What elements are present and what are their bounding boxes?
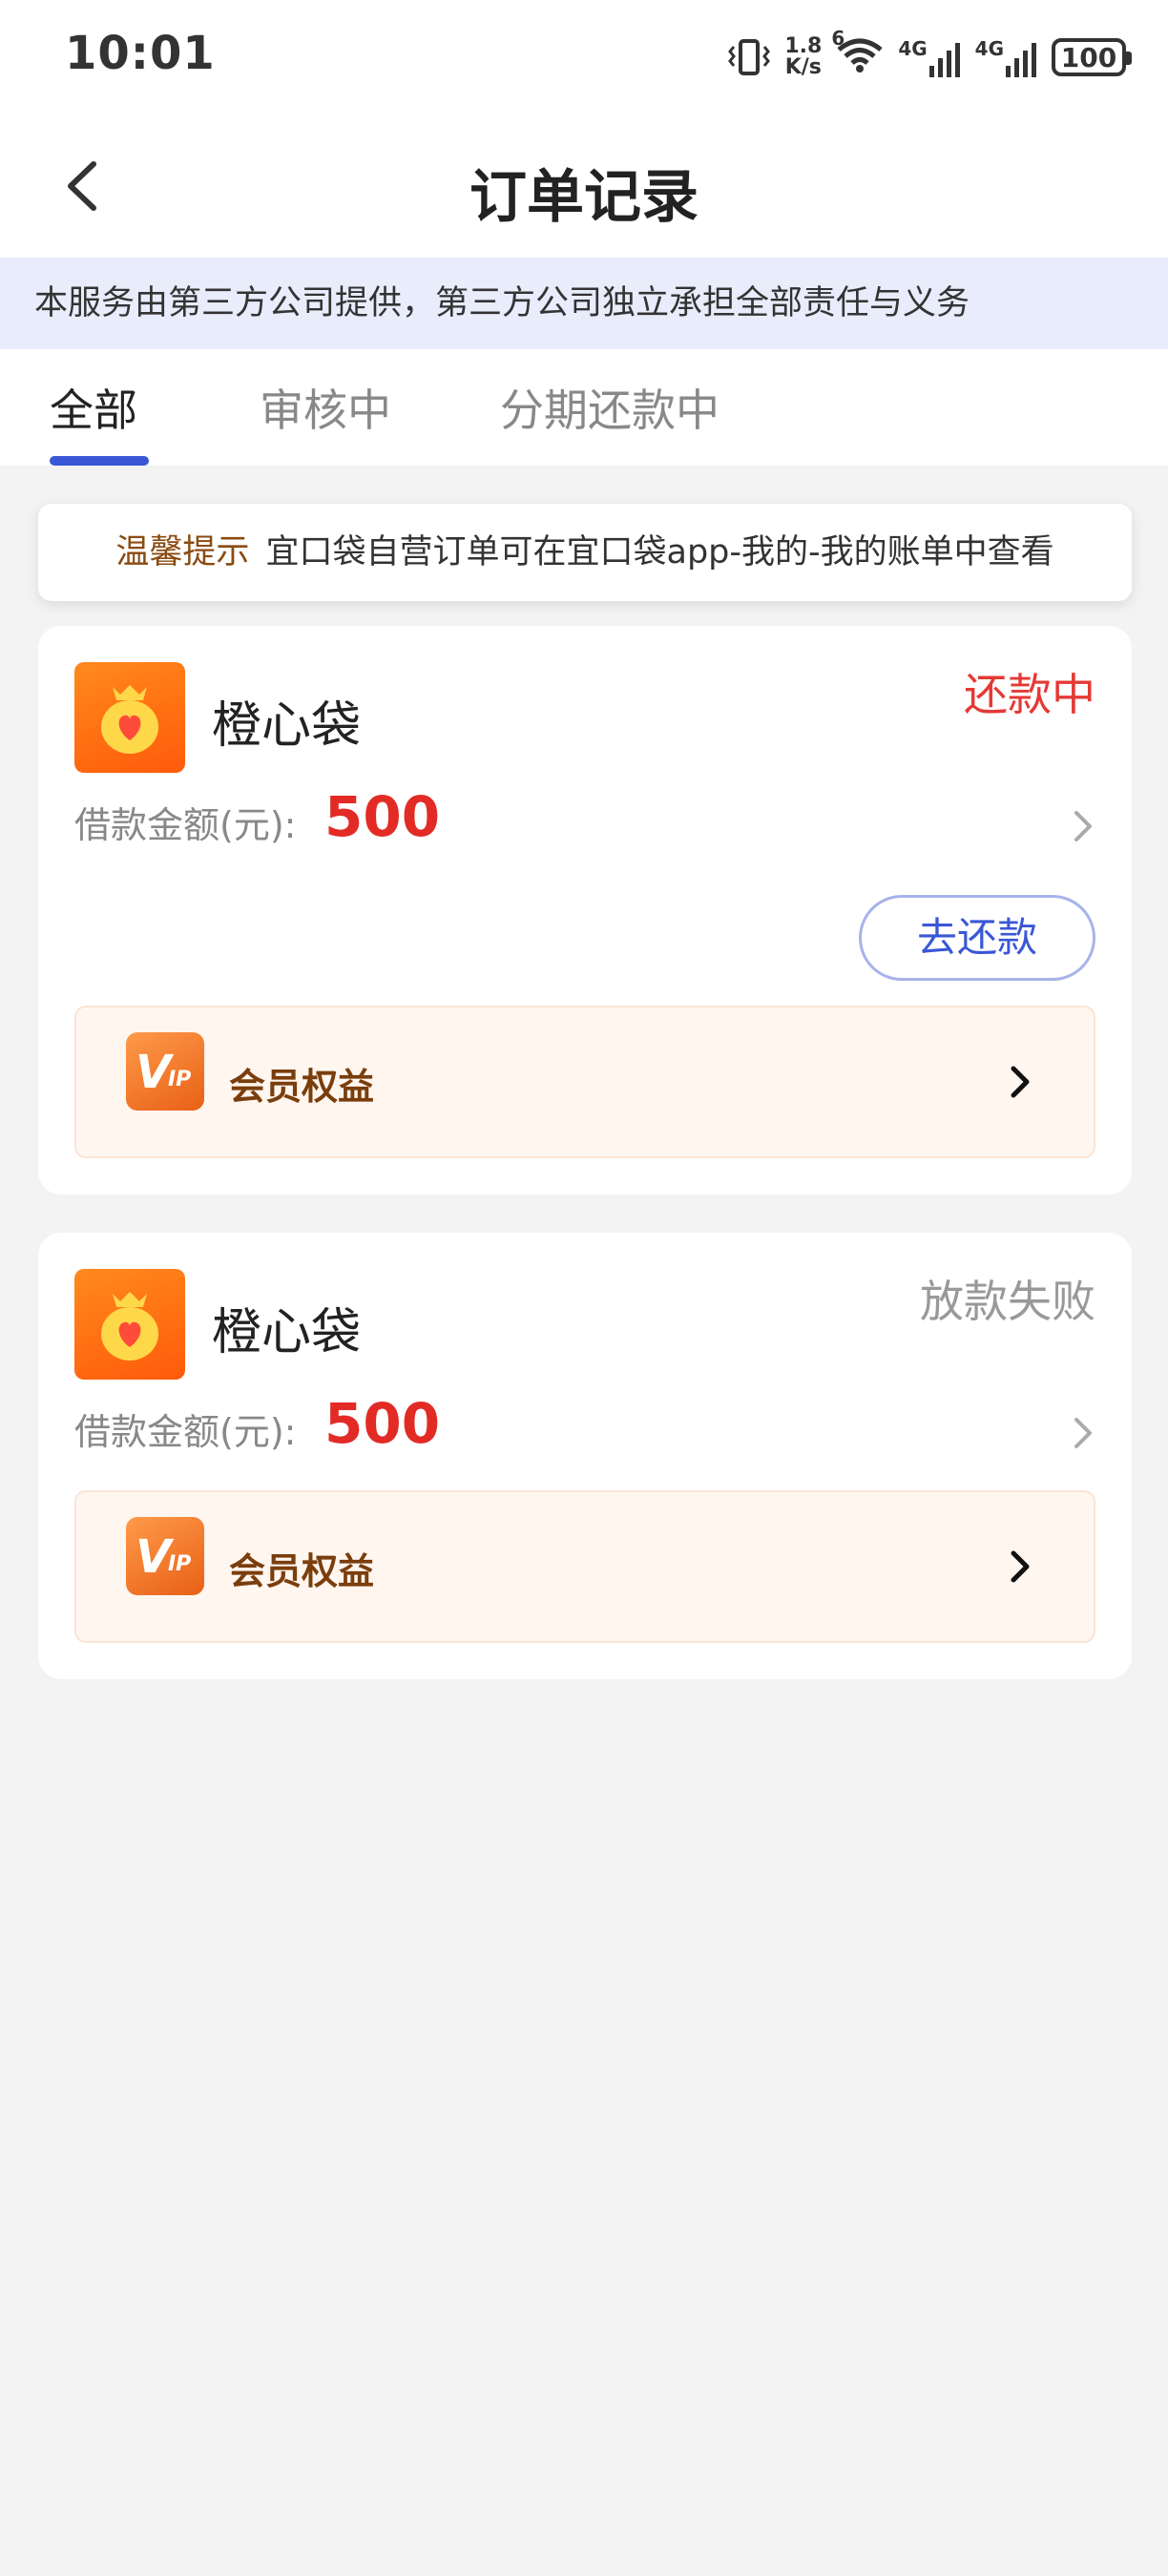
amount-value: 500 <box>324 784 441 849</box>
tip-banner: 温馨提示 宜口袋自营订单可在宜口袋app-我的-我的账单中查看 <box>38 504 1132 601</box>
status-icons: 1.8 K/s 6 4G 4G 100 <box>727 27 1132 86</box>
order-card[interactable]: 橙心袋 还款中 借款金额(元): 500 去还款 V IP 会员权益 <box>38 626 1132 1195</box>
amount-label: 借款金额(元): <box>74 804 297 846</box>
svg-text:IP: IP <box>168 1068 191 1091</box>
svg-text:IP: IP <box>168 1552 191 1576</box>
vip-icon: V IP <box>126 1032 204 1111</box>
page-title: 订单记录 <box>469 164 699 231</box>
status-bar: 10:01 1.8 K/s 6 4G 4G 100 <box>0 0 1168 114</box>
vip-badge-icon: V IP <box>136 1530 191 1584</box>
active-tab-indicator <box>50 456 149 466</box>
amount-label: 借款金额(元): <box>74 1411 297 1453</box>
status-badge: 还款中 <box>964 669 1095 720</box>
status-time: 10:01 <box>65 27 216 80</box>
status-badge: 放款失败 <box>920 1276 1095 1327</box>
app-logo <box>74 662 185 773</box>
vip-icon: V IP <box>126 1517 204 1595</box>
vip-badge-icon: V IP <box>136 1046 191 1099</box>
signal-1: 4G <box>898 37 961 77</box>
chevron-right-icon <box>1011 1066 1030 1098</box>
vibrate-icon <box>728 39 771 75</box>
tip-label: 温馨提示 <box>115 533 250 571</box>
amount-value: 500 <box>324 1391 441 1456</box>
chevron-right-icon <box>1011 1550 1030 1583</box>
battery-icon: 100 <box>1052 38 1132 76</box>
disclaimer-notice: 本服务由第三方公司提供，第三方公司独立承担全部责任与义务 <box>0 258 1168 349</box>
nav-bar: 订单记录 <box>0 114 1168 258</box>
vip-benefits-label: 会员权益 <box>229 1550 375 1592</box>
tab-all[interactable]: 全部 <box>50 376 137 439</box>
chevron-right-icon[interactable] <box>1069 805 1097 847</box>
order-card[interactable]: 橙心袋 放款失败 借款金额(元): 500 V IP 会员权益 <box>38 1233 1132 1679</box>
money-bag-icon <box>101 685 158 754</box>
vip-benefits-row[interactable]: V IP 会员权益 <box>74 1006 1095 1158</box>
app-logo <box>74 1269 185 1380</box>
app-name: 橙心袋 <box>212 697 362 755</box>
repay-button[interactable]: 去还款 <box>859 895 1095 981</box>
chevron-right-icon[interactable] <box>1069 1412 1097 1454</box>
tab-bar: 全部 审核中 分期还款中 <box>0 349 1168 466</box>
money-bag-icon <box>101 1292 158 1361</box>
vip-benefits-label: 会员权益 <box>229 1066 375 1108</box>
app-name: 橙心袋 <box>212 1304 362 1361</box>
signal-bars-icon <box>928 43 960 77</box>
tip-text: 宜口袋自营订单可在宜口袋app-我的-我的账单中查看 <box>265 533 1054 571</box>
vip-benefits-row[interactable]: V IP 会员权益 <box>74 1490 1095 1643</box>
wifi-indicator: 6 <box>831 27 885 78</box>
tab-installment-repaying[interactable]: 分期还款中 <box>500 376 720 439</box>
net-speed: 1.8 K/s <box>784 34 823 79</box>
signal-2: 4G <box>975 37 1038 77</box>
signal-bars-icon <box>1006 43 1036 77</box>
tab-reviewing[interactable]: 审核中 <box>260 376 391 439</box>
